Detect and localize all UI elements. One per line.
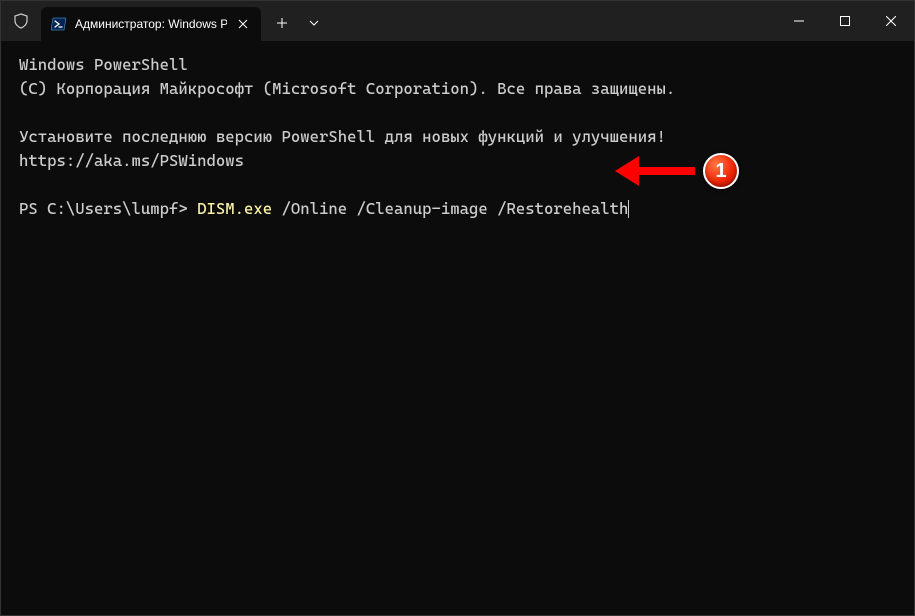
command-arguments: /Online /Cleanup-image /Restorehealth bbox=[272, 199, 628, 218]
titlebar: Администратор: Windows Po bbox=[1, 1, 914, 41]
blank-line bbox=[19, 101, 896, 125]
tab-dropdown-button[interactable] bbox=[299, 6, 329, 40]
app-shield-icon bbox=[1, 1, 41, 41]
tab-powershell[interactable]: Администратор: Windows Po bbox=[41, 7, 261, 41]
minimize-button[interactable] bbox=[776, 1, 822, 41]
titlebar-left: Администратор: Windows Po bbox=[1, 1, 776, 41]
maximize-button[interactable] bbox=[822, 1, 868, 41]
cursor bbox=[628, 200, 629, 218]
powershell-icon bbox=[51, 16, 67, 32]
terminal-content[interactable]: Windows PowerShell (C) Корпорация Майкро… bbox=[1, 41, 914, 233]
terminal-output-line: Установите последнюю версию PowerShell д… bbox=[19, 125, 896, 173]
command-executable: DISM.exe bbox=[197, 199, 272, 218]
terminal-output-line: (C) Корпорация Майкрософт (Microsoft Cor… bbox=[19, 77, 896, 101]
window-controls bbox=[776, 1, 914, 41]
terminal-output-line: Windows PowerShell bbox=[19, 53, 896, 77]
close-button[interactable] bbox=[868, 1, 914, 41]
tab-title: Администратор: Windows Po bbox=[75, 17, 227, 31]
terminal-prompt-line: PS C:\Users\lumpf> DISM.exe /Online /Cle… bbox=[19, 197, 896, 221]
tab-close-button[interactable] bbox=[235, 16, 251, 32]
prompt-text: PS C:\Users\lumpf> bbox=[19, 199, 197, 218]
blank-line bbox=[19, 173, 896, 197]
new-tab-button[interactable] bbox=[265, 6, 299, 40]
